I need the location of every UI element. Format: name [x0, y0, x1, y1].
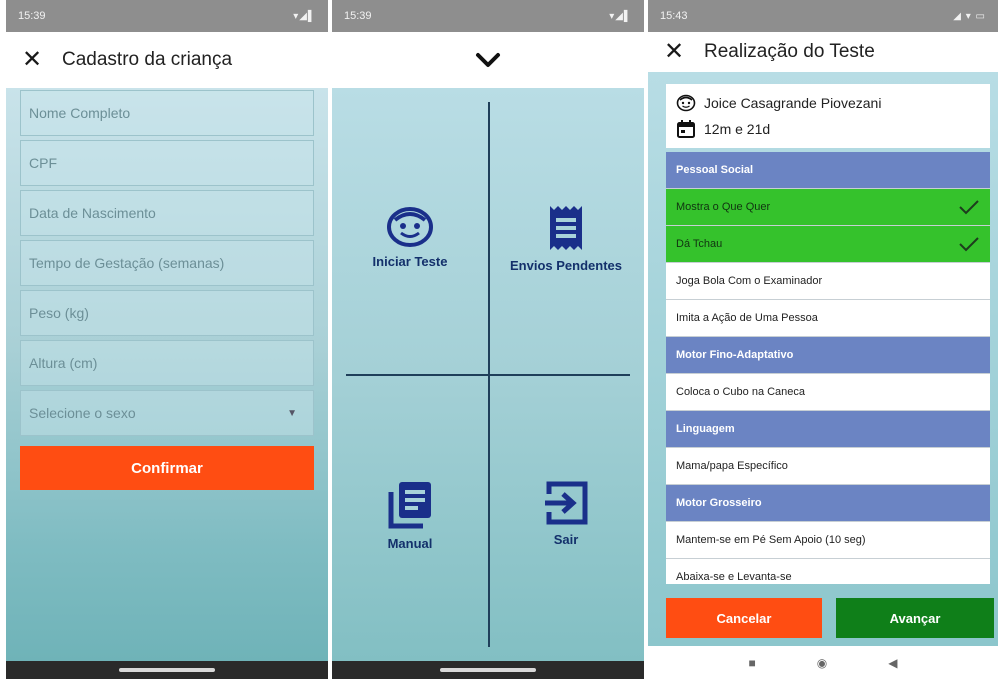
close-icon[interactable]: ✕: [22, 48, 62, 72]
category-header: Motor Grosseiro: [666, 485, 990, 522]
field-placeholder: Altura (cm): [29, 355, 98, 371]
row-label: Coloca o Cubo na Caneca: [676, 386, 806, 398]
status-time: 15:39: [344, 10, 372, 22]
category-header: Linguagem: [666, 411, 990, 448]
confirm-button[interactable]: Confirmar: [20, 446, 314, 490]
page-title: Realização do Teste: [704, 41, 875, 62]
row-label: Abaixa-se e Levanta-se: [676, 571, 792, 583]
status-time: 15:39: [18, 10, 46, 22]
test-screen: 15:43 ◢ ▾ ▭ ✕ Realização do Teste Joice …: [648, 0, 998, 679]
gestation-time-field[interactable]: Tempo de Gestação (semanas): [20, 240, 314, 286]
category-header: Motor Fino-Adaptativo: [666, 337, 990, 374]
tile-label: Manual: [387, 536, 433, 551]
field-placeholder: CPF: [29, 155, 57, 171]
category-header: Pessoal Social: [666, 152, 990, 189]
dropdown-arrow-icon: ▼: [287, 407, 297, 419]
check-icon: [959, 237, 979, 252]
advance-button[interactable]: Avançar: [836, 598, 994, 638]
status-bar: 15:39 ▾◢▌: [332, 0, 644, 32]
manual-tile[interactable]: Manual: [332, 480, 488, 551]
sex-select[interactable]: Selecione o sexo ▼: [20, 390, 314, 436]
test-item-row[interactable]: Dá Tchau: [666, 226, 990, 263]
main-menu-screen: 15:39 ▾◢▌ Iniciar Teste Envios Pendentes…: [332, 0, 644, 679]
status-icons: ◢ ▾ ▭: [953, 10, 986, 22]
face-icon: [387, 207, 433, 247]
test-body: Joice Casagrande Piovezani 12m e 21d Pes…: [648, 72, 998, 646]
row-label: Motor Fino-Adaptativo: [676, 349, 794, 361]
start-test-tile[interactable]: Iniciar Teste: [332, 204, 488, 269]
action-buttons: Cancelar Avançar: [666, 598, 994, 638]
child-age: 12m e 21d: [704, 121, 771, 137]
test-item-row[interactable]: Joga Bola Com o Examinador: [666, 263, 990, 300]
row-label: Mostra o Que Quer: [676, 201, 771, 213]
cpf-field[interactable]: CPF: [20, 140, 314, 186]
receipt-icon: [550, 206, 582, 250]
home-handle[interactable]: [119, 668, 215, 672]
row-label: Linguagem: [676, 423, 735, 435]
library-books-icon: [388, 482, 431, 529]
status-bar: 15:43 ◢ ▾ ▭: [648, 0, 998, 32]
test-item-row[interactable]: Mama/papa Específico: [666, 448, 990, 485]
status-time: 15:43: [660, 10, 688, 22]
row-label: Imita a Ação de Uma Pessoa: [676, 312, 818, 324]
row-label: Mama/papa Específico: [676, 460, 788, 472]
test-item-row[interactable]: Coloca o Cubo na Caneca: [666, 374, 990, 411]
birth-date-field[interactable]: Data de Nascimento: [20, 190, 314, 236]
recents-icon[interactable]: ■: [749, 656, 756, 670]
close-icon[interactable]: ✕: [664, 40, 704, 64]
row-label: Dá Tchau: [676, 238, 723, 250]
child-info-card: Joice Casagrande Piovezani 12m e 21d: [666, 84, 990, 148]
test-item-row[interactable]: Abaixa-se e Levanta-se: [666, 559, 990, 584]
row-label: Motor Grosseiro: [676, 497, 762, 509]
row-label: Pessoal Social: [676, 164, 754, 176]
home-handle[interactable]: [440, 668, 536, 672]
test-item-row[interactable]: Imita a Ação de Uma Pessoa: [666, 300, 990, 337]
row-label: Joga Bola Com o Examinador: [676, 275, 823, 287]
tile-label: Iniciar Teste: [372, 254, 448, 269]
app-bar: ✕ Realização do Teste: [648, 32, 998, 72]
full-name-field[interactable]: Nome Completo: [20, 90, 314, 136]
child-age-row: 12m e 21d: [676, 116, 980, 142]
home-icon[interactable]: ◉: [817, 656, 827, 670]
grid-divider-horizontal: [346, 374, 630, 376]
status-icons: ▾◢▌: [609, 10, 632, 22]
height-field[interactable]: Altura (cm): [20, 340, 314, 386]
menu-grid: Iniciar Teste Envios Pendentes Manual Sa…: [332, 88, 644, 661]
chevron-down-icon[interactable]: [473, 50, 503, 70]
check-icon: [959, 200, 979, 215]
tile-label: Envios Pendentes: [510, 258, 622, 273]
cancel-button[interactable]: Cancelar: [666, 598, 822, 638]
status-icons: ▾◢▌: [293, 10, 316, 22]
face-icon: [676, 94, 696, 112]
exit-icon: [545, 481, 588, 525]
field-placeholder: Data de Nascimento: [29, 205, 156, 221]
system-nav-bar: ■ ◉ ◀: [648, 646, 998, 679]
test-item-row[interactable]: Mostra o Que Quer: [666, 189, 990, 226]
field-placeholder: Selecione o sexo: [29, 405, 136, 421]
row-label: Mantem-se em Pé Sem Apoio (10 seg): [676, 534, 866, 546]
back-icon[interactable]: ◀: [888, 656, 897, 670]
gesture-nav-bar: [6, 661, 328, 679]
status-bar: 15:39 ▾◢▌: [6, 0, 328, 32]
field-placeholder: Peso (kg): [29, 305, 89, 321]
tile-label: Sair: [553, 532, 579, 547]
page-title: Cadastro da criança: [62, 49, 233, 70]
menu-top-bar: [332, 32, 644, 88]
child-name-row: Joice Casagrande Piovezani: [676, 90, 980, 116]
child-registration-screen: 15:39 ▾◢▌ ✕ Cadastro da criança Nome Com…: [6, 0, 328, 679]
field-placeholder: Nome Completo: [29, 105, 131, 121]
child-name: Joice Casagrande Piovezani: [704, 95, 882, 111]
gesture-nav-bar: [332, 661, 644, 679]
field-placeholder: Tempo de Gestação (semanas): [29, 255, 225, 271]
calendar-icon: [677, 120, 695, 138]
test-items-list[interactable]: Pessoal Social Mostra o Que Quer Dá Tchau J…: [666, 152, 990, 584]
exit-tile[interactable]: Sair: [488, 480, 644, 547]
app-bar: ✕ Cadastro da criança: [6, 32, 328, 88]
pending-uploads-tile[interactable]: Envios Pendentes: [488, 204, 644, 273]
weight-field[interactable]: Peso (kg): [20, 290, 314, 336]
registration-form: Nome Completo CPF Data de Nascimento Tem…: [6, 88, 328, 661]
test-item-row[interactable]: Mantem-se em Pé Sem Apoio (10 seg): [666, 522, 990, 559]
